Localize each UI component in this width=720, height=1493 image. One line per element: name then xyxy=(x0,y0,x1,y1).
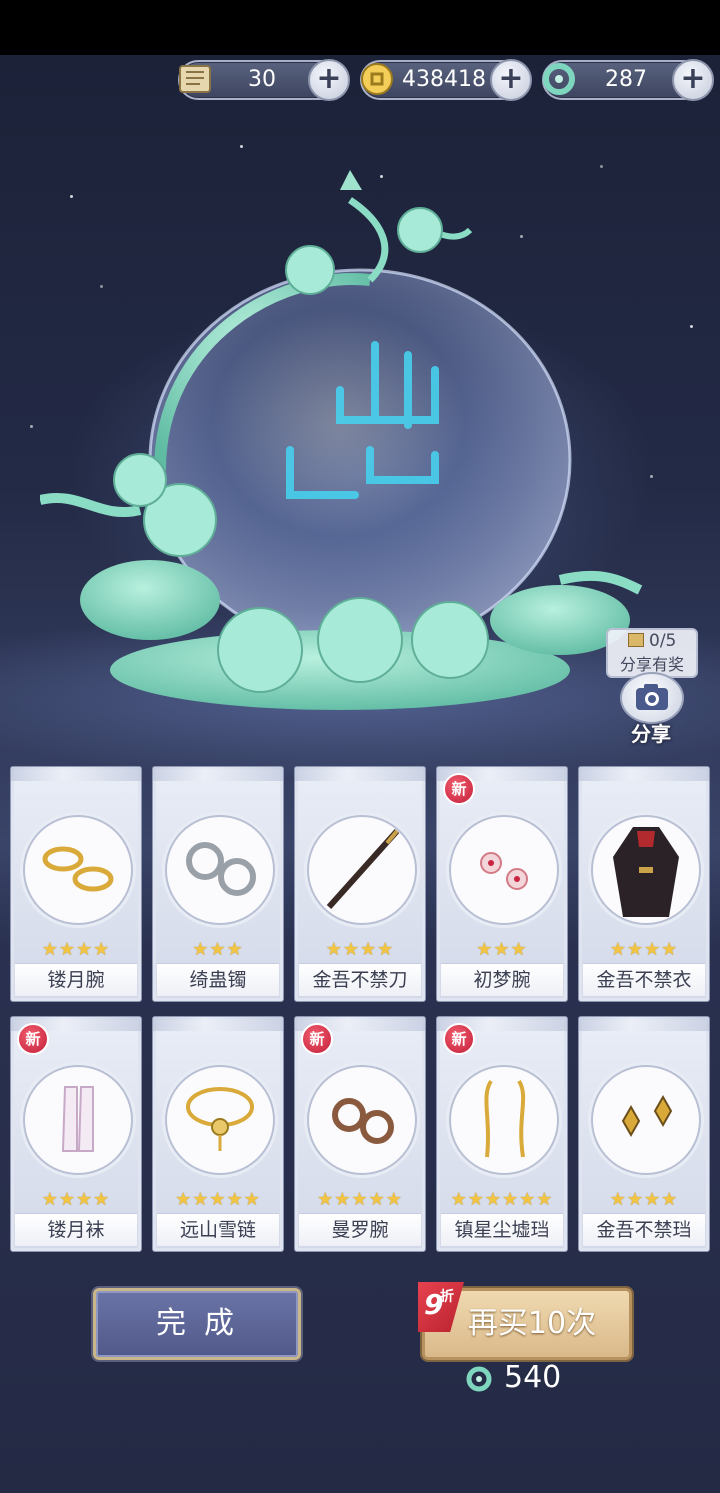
item-image xyxy=(449,815,559,925)
item-name: 镂月袜 xyxy=(15,1213,137,1246)
item-image xyxy=(307,1065,417,1175)
currency-coin: 438418 + xyxy=(360,59,532,101)
item-image xyxy=(307,815,417,925)
share-reward-box: 0/5 分享有奖 xyxy=(606,628,698,678)
currency-scroll: 30 + xyxy=(178,59,350,101)
status-bar xyxy=(0,0,720,55)
add-coin-button[interactable]: + xyxy=(490,59,532,101)
bangle-icon xyxy=(186,842,256,896)
jade-icon xyxy=(543,63,575,95)
new-badge: 新 xyxy=(443,1023,475,1055)
new-badge: 新 xyxy=(443,773,475,805)
new-badge: 新 xyxy=(17,1023,49,1055)
item-card[interactable]: 新 ★★★★★★ 镇星尘墟珰 xyxy=(436,1016,568,1252)
ear-stud-icon xyxy=(621,1094,673,1138)
done-button[interactable]: 完成 xyxy=(93,1288,301,1360)
item-name: 镂月腕 xyxy=(15,963,137,996)
item-stars: ★★★ xyxy=(476,939,528,960)
robe-icon xyxy=(613,827,679,917)
item-image xyxy=(165,815,275,925)
gift-icon xyxy=(627,633,644,647)
item-card[interactable]: ★★★★ 金吾不禁珰 xyxy=(578,1016,710,1252)
item-image xyxy=(591,815,701,925)
lotus-orb-illustration xyxy=(40,170,643,710)
bracelet-icon xyxy=(42,846,114,892)
hairpin-icon xyxy=(480,852,528,890)
item-stars: ★★★ xyxy=(192,939,244,960)
item-image xyxy=(23,1065,133,1175)
cost-value: 540 xyxy=(504,1360,562,1395)
item-name: 远山雪链 xyxy=(157,1213,279,1246)
wrist-ring-icon xyxy=(332,1098,394,1144)
necklace-icon xyxy=(186,1087,254,1151)
item-card[interactable]: 新 ★★★ 初梦腕 xyxy=(436,766,568,1002)
item-stars: ★★★★ xyxy=(41,1189,111,1210)
coin-icon xyxy=(361,63,393,95)
add-jade-button[interactable]: + xyxy=(672,59,714,101)
add-scroll-button[interactable]: + xyxy=(308,59,350,101)
item-stars: ★★★★ xyxy=(609,1189,679,1210)
item-card[interactable]: 新 ★★★★★ 曼罗腕 xyxy=(294,1016,426,1252)
item-card[interactable]: ★★★ 绮蛊镯 xyxy=(152,766,284,1002)
item-image xyxy=(165,1065,275,1175)
scroll-icon xyxy=(179,65,211,93)
item-name: 镇星尘墟珰 xyxy=(441,1213,563,1246)
item-card[interactable]: 新 ★★★★ 镂月袜 xyxy=(10,1016,142,1252)
item-stars: ★★★★ xyxy=(325,939,395,960)
share-button[interactable] xyxy=(620,672,684,724)
scroll-count: 30 xyxy=(248,67,276,92)
currency-jade: 287 + xyxy=(542,59,714,101)
item-name: 金吾不禁衣 xyxy=(583,963,705,996)
camera-icon xyxy=(636,684,668,710)
earring-icon xyxy=(484,1079,526,1158)
item-stars: ★★★★★★ xyxy=(450,1189,554,1210)
new-badge: 新 xyxy=(301,1023,333,1055)
item-card[interactable]: ★★★★★ 远山雪链 xyxy=(152,1016,284,1252)
item-name: 初梦腕 xyxy=(441,963,563,996)
item-stars: ★★★★ xyxy=(609,939,679,960)
item-name: 绮蛊镯 xyxy=(157,963,279,996)
jade-icon xyxy=(466,1366,492,1392)
share-count: 0/5 xyxy=(608,631,696,651)
item-stars: ★★★★★ xyxy=(317,1189,403,1210)
item-name: 金吾不禁刀 xyxy=(299,963,421,996)
item-image xyxy=(591,1065,701,1175)
item-card[interactable]: ★★★★ 金吾不禁衣 xyxy=(578,766,710,1002)
share-count-text: 0/5 xyxy=(649,631,677,651)
jade-count: 287 xyxy=(605,67,647,92)
sword-icon xyxy=(326,828,400,910)
share-button-label: 分享 xyxy=(631,722,671,746)
buy-again-label: 再买10次 xyxy=(467,1306,597,1341)
socks-icon xyxy=(61,1086,94,1152)
discount-label: 折 xyxy=(440,1289,454,1305)
item-image xyxy=(449,1065,559,1175)
item-stars: ★★★★ xyxy=(41,939,111,960)
item-stars: ★★★★★ xyxy=(175,1189,261,1210)
item-card[interactable]: ★★★★ 金吾不禁刀 xyxy=(294,766,426,1002)
item-image xyxy=(23,815,133,925)
item-name: 曼罗腕 xyxy=(299,1213,421,1246)
item-name: 金吾不禁珰 xyxy=(583,1213,705,1246)
item-card[interactable]: ★★★★ 镂月腕 xyxy=(10,766,142,1002)
coin-count: 438418 xyxy=(402,67,486,92)
